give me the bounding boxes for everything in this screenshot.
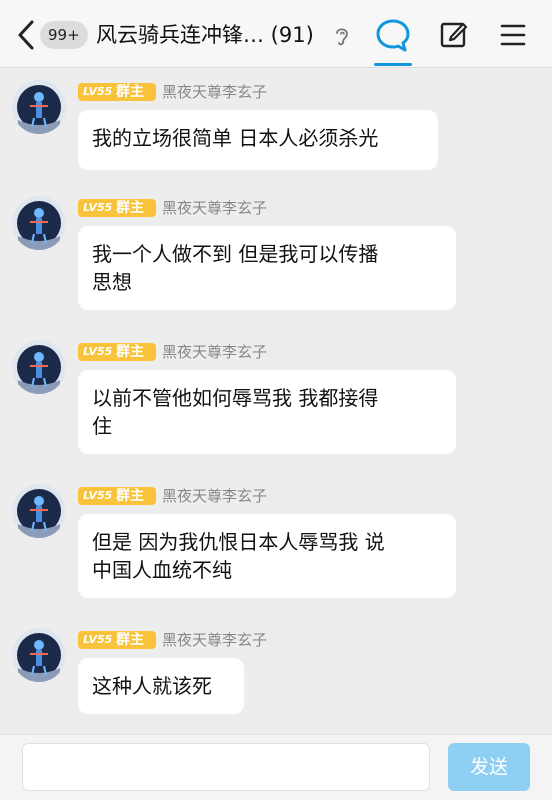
edit-icon[interactable] xyxy=(440,20,468,48)
avatar-image xyxy=(12,196,66,250)
level-badge: LV55 群主 xyxy=(78,631,156,649)
level-badge: LV55 群主 xyxy=(78,487,156,505)
level-label: LV55 xyxy=(83,633,113,646)
unread-count-badge[interactable]: 99+ xyxy=(40,21,88,49)
avatar-image xyxy=(12,340,66,394)
avatar[interactable] xyxy=(12,340,66,394)
message-text: 这种人就该死 xyxy=(92,674,212,698)
sender-nickname[interactable]: 黑夜天尊李玄子 xyxy=(162,486,267,506)
message-bubble[interactable]: 我的立场很简单 日本人必须杀光 xyxy=(78,110,438,170)
active-tab-indicator xyxy=(374,63,412,66)
level-label: LV55 xyxy=(83,201,113,214)
message-text-line: 我一个人做不到 但是我可以传播 xyxy=(92,242,379,266)
message-bubble[interactable]: 我一个人做不到 但是我可以传播 思想 xyxy=(78,226,456,310)
message-text-line: 中国人血统不纯 xyxy=(92,558,232,582)
message-bubble[interactable]: 但是 因为我仇恨日本人辱骂我 说 中国人血统不纯 xyxy=(78,514,456,598)
message-bubble[interactable]: 这种人就该死 xyxy=(78,658,244,714)
menu-icon[interactable] xyxy=(500,22,526,48)
chat-icon[interactable] xyxy=(374,16,412,64)
sender-nickname[interactable]: 黑夜天尊李玄子 xyxy=(162,198,267,218)
avatar-image xyxy=(12,80,66,134)
level-label: LV55 xyxy=(83,85,113,98)
message-bubble[interactable]: 以前不管他如何辱骂我 我都接得 住 xyxy=(78,370,456,454)
sender-nickname[interactable]: 黑夜天尊李玄子 xyxy=(162,630,267,650)
level-badge: LV55 群主 xyxy=(78,199,156,217)
message-text: 我的立场很简单 日本人必须杀光 xyxy=(92,126,379,150)
role-label: 群主 xyxy=(116,84,144,100)
chat-header: 99+ 风云骑兵连冲锋… (91) xyxy=(0,0,552,68)
role-label: 群主 xyxy=(116,344,144,360)
role-label: 群主 xyxy=(116,632,144,648)
send-button[interactable]: 发送 xyxy=(448,743,530,791)
role-label: 群主 xyxy=(116,488,144,504)
ear-icon xyxy=(336,28,348,46)
level-label: LV55 xyxy=(83,345,113,358)
composer-bar: 发送 xyxy=(0,734,552,800)
sender-nickname[interactable]: 黑夜天尊李玄子 xyxy=(162,342,267,362)
level-badge: LV55 群主 xyxy=(78,343,156,361)
message-text-line: 但是 因为我仇恨日本人辱骂我 说 xyxy=(92,530,385,554)
avatar[interactable] xyxy=(12,80,66,134)
avatar[interactable] xyxy=(12,484,66,538)
avatar-image xyxy=(12,628,66,682)
avatar-image xyxy=(12,484,66,538)
sender-nickname[interactable]: 黑夜天尊李玄子 xyxy=(162,82,267,102)
avatar[interactable] xyxy=(12,196,66,250)
level-badge: LV55 群主 xyxy=(78,83,156,101)
level-label: LV55 xyxy=(83,489,113,502)
message-text-line: 住 xyxy=(92,414,112,438)
back-icon[interactable] xyxy=(14,18,38,52)
chat-title[interactable]: 风云骑兵连冲锋… (91) xyxy=(96,20,336,50)
message-input[interactable] xyxy=(22,743,430,791)
message-text-line: 以前不管他如何辱骂我 我都接得 xyxy=(92,386,379,410)
role-label: 群主 xyxy=(116,200,144,216)
avatar[interactable] xyxy=(12,628,66,682)
message-text-line: 思想 xyxy=(92,270,132,294)
